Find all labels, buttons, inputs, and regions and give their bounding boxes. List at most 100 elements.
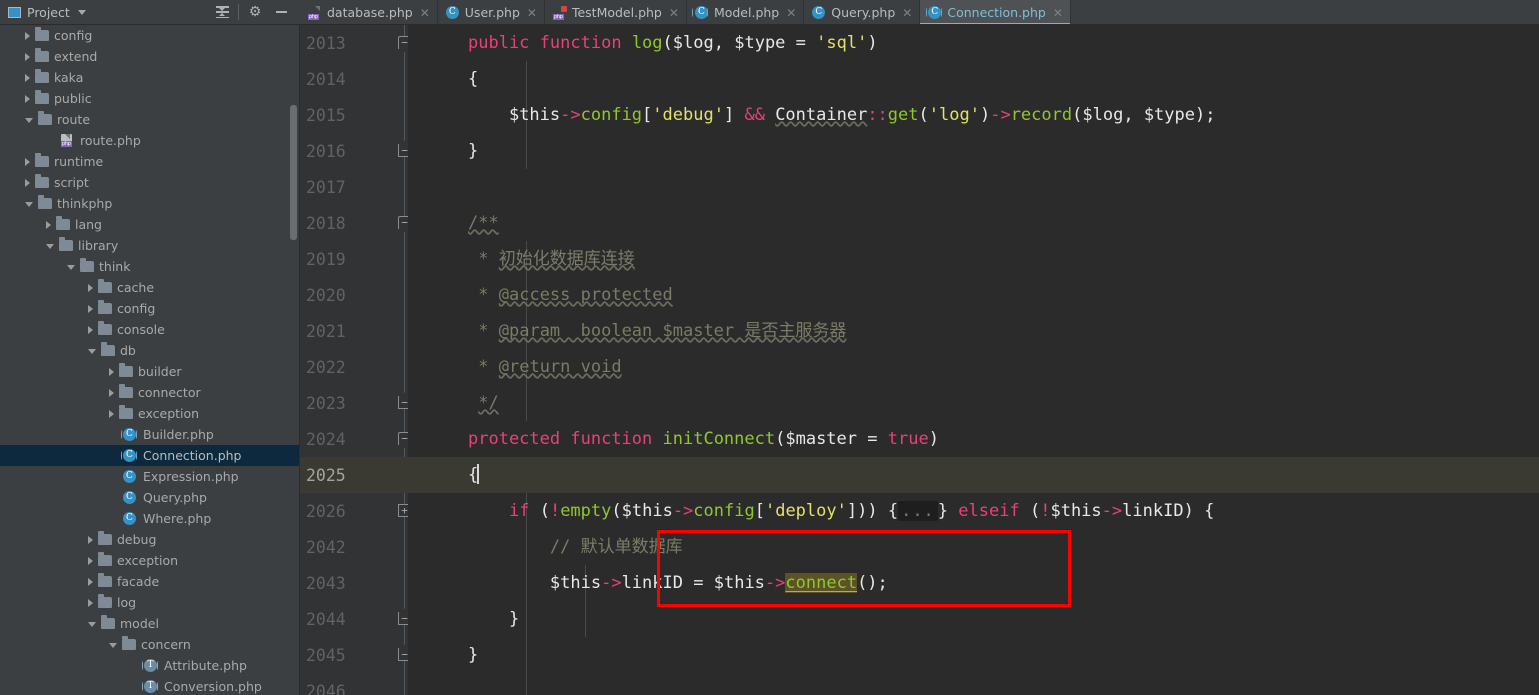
close-icon[interactable]: ✕ xyxy=(902,7,912,19)
tab-database-php[interactable]: database.php ✕ xyxy=(300,0,438,24)
chevron-down-icon[interactable] xyxy=(25,202,33,207)
tree-item-label: console xyxy=(117,322,165,337)
tree-item-connection-php[interactable]: C Connection.php xyxy=(0,445,299,466)
tab-model-php[interactable]: C Model.php ✕ xyxy=(687,0,805,24)
chevron-right-icon[interactable] xyxy=(109,388,114,397)
chevron-down-icon[interactable] xyxy=(46,244,54,249)
chevron-right-icon[interactable] xyxy=(25,31,30,40)
close-icon[interactable]: ✕ xyxy=(669,7,679,19)
chevron-right-icon[interactable] xyxy=(88,535,93,544)
tree-item-label: cache xyxy=(117,280,155,295)
line-number: 2023 xyxy=(306,393,346,413)
tree-item-extend[interactable]: extend xyxy=(0,46,299,67)
tree-item-connector[interactable]: connector xyxy=(0,382,299,403)
folder-icon xyxy=(35,48,49,62)
tree-item-debug[interactable]: debug xyxy=(0,529,299,550)
chevron-right-icon[interactable] xyxy=(25,73,30,82)
tab-user-php[interactable]: C User.php ✕ xyxy=(438,0,545,24)
chevron-right-icon[interactable] xyxy=(46,220,51,229)
tree-item-query-php[interactable]: C Query.php xyxy=(0,487,299,508)
project-panel-title-group[interactable]: Project xyxy=(8,5,209,20)
folded-code-placeholder[interactable]: ... xyxy=(898,501,938,521)
tree-item-log[interactable]: log xyxy=(0,592,299,613)
gutter-line: 2015 xyxy=(300,97,408,133)
folder-icon xyxy=(35,69,49,83)
collapse-all-button[interactable] xyxy=(209,0,235,25)
chevron-right-icon[interactable] xyxy=(25,94,30,103)
chevron-down-icon[interactable] xyxy=(25,118,33,123)
tree-item-config[interactable]: config xyxy=(0,298,299,319)
tree-item-think[interactable]: think xyxy=(0,256,299,277)
line-number: 2019 xyxy=(306,249,346,269)
close-icon[interactable]: ✕ xyxy=(527,7,537,19)
gutter-line: 2023− xyxy=(300,385,411,421)
chevron-right-icon[interactable] xyxy=(88,283,93,292)
tree-item-script[interactable]: script xyxy=(0,172,299,193)
tab-query-php[interactable]: C Query.php ✕ xyxy=(804,0,921,24)
code-line: /** xyxy=(468,213,499,233)
chevron-right-icon[interactable] xyxy=(88,577,93,586)
tree-item-lang[interactable]: lang xyxy=(0,214,299,235)
tree-item-exception[interactable]: exception xyxy=(0,550,299,571)
tab-connection-php[interactable]: C Connection.php ✕ xyxy=(920,0,1071,24)
tree-item-attribute-php[interactable]: T Attribute.php xyxy=(0,655,299,676)
tree-item-cache[interactable]: cache xyxy=(0,277,299,298)
tree-item-runtime[interactable]: runtime xyxy=(0,151,299,172)
chevron-right-icon[interactable] xyxy=(88,304,93,313)
tree-item-conversion-php[interactable]: T Conversion.php xyxy=(0,676,299,695)
close-icon[interactable]: ✕ xyxy=(420,7,430,19)
tree-item-label: log xyxy=(117,595,137,610)
chevron-right-icon[interactable] xyxy=(88,556,93,565)
tree-item-model[interactable]: model xyxy=(0,613,299,634)
project-tree[interactable]: config extend kaka public route route.php runt… xyxy=(0,25,300,695)
chevron-down-icon[interactable] xyxy=(109,643,117,648)
tree-item-library[interactable]: library xyxy=(0,235,299,256)
settings-button[interactable]: ⚙ xyxy=(242,0,268,25)
editor-gutter[interactable]: 2013− 2014 2015 2016− 2017 2018− 2019 2020 2021 2… xyxy=(300,25,411,695)
tree-item-console[interactable]: console xyxy=(0,319,299,340)
tree-item-public[interactable]: public xyxy=(0,88,299,109)
gutter-line: 2045− xyxy=(300,637,411,673)
tree-item-db[interactable]: db xyxy=(0,340,299,361)
tree-item-kaka[interactable]: kaka xyxy=(0,67,299,88)
chevron-right-icon[interactable] xyxy=(88,325,93,334)
code-line: if (!empty($this->config['deploy'])) {..… xyxy=(508,501,1215,521)
tree-item-thinkphp[interactable]: thinkphp xyxy=(0,193,299,214)
chevron-down-icon[interactable] xyxy=(88,622,96,627)
php-file-icon xyxy=(308,6,322,20)
tree-item-route[interactable]: route xyxy=(0,109,299,130)
chevron-right-icon[interactable] xyxy=(25,178,30,187)
chevron-down-icon[interactable] xyxy=(67,265,75,270)
tab-testmodel-php[interactable]: TestModel.php ✕ xyxy=(545,0,687,24)
close-icon[interactable]: ✕ xyxy=(786,7,796,19)
chevron-right-icon[interactable] xyxy=(25,52,30,61)
chevron-right-icon[interactable] xyxy=(109,367,114,376)
tree-item-route-php[interactable]: route.php xyxy=(0,130,299,151)
chevron-right-icon[interactable] xyxy=(109,409,114,418)
tab-label: Connection.php xyxy=(947,5,1046,20)
tree-item-builder-php[interactable]: C Builder.php xyxy=(0,424,299,445)
tree-item-builder[interactable]: builder xyxy=(0,361,299,382)
tree-item-config[interactable]: config xyxy=(0,25,299,46)
chevron-right-icon[interactable] xyxy=(25,157,30,166)
tree-item-label: concern xyxy=(141,637,191,652)
close-icon[interactable]: ✕ xyxy=(1053,7,1063,19)
code-line: } xyxy=(468,141,479,161)
chevron-down-icon[interactable] xyxy=(77,9,86,15)
php-abstract-class-icon: C xyxy=(120,428,138,441)
tree-item-exception[interactable]: exception xyxy=(0,403,299,424)
gutter-line: 2026 + xyxy=(300,493,411,529)
tree-item-concern[interactable]: concern xyxy=(0,634,299,655)
highlighted-symbol[interactable]: connect xyxy=(785,573,858,593)
chevron-right-icon[interactable] xyxy=(88,598,93,607)
tree-item-where-php[interactable]: C Where.php xyxy=(0,508,299,529)
tree-item-expression-php[interactable]: C Expression.php xyxy=(0,466,299,487)
project-tree-scrollbar[interactable] xyxy=(290,105,297,240)
tree-item-label: Query.php xyxy=(143,490,207,505)
hide-button[interactable] xyxy=(268,0,294,25)
code-editor[interactable]: 2013− 2014 2015 2016− 2017 2018− 2019 2020 2021 2… xyxy=(300,25,1539,695)
code-area[interactable]: public function log($log, $type = 'sql')… xyxy=(408,25,1539,695)
tree-item-facade[interactable]: facade xyxy=(0,571,299,592)
gutter-line: 2019 xyxy=(300,241,408,277)
chevron-down-icon[interactable] xyxy=(88,349,96,354)
